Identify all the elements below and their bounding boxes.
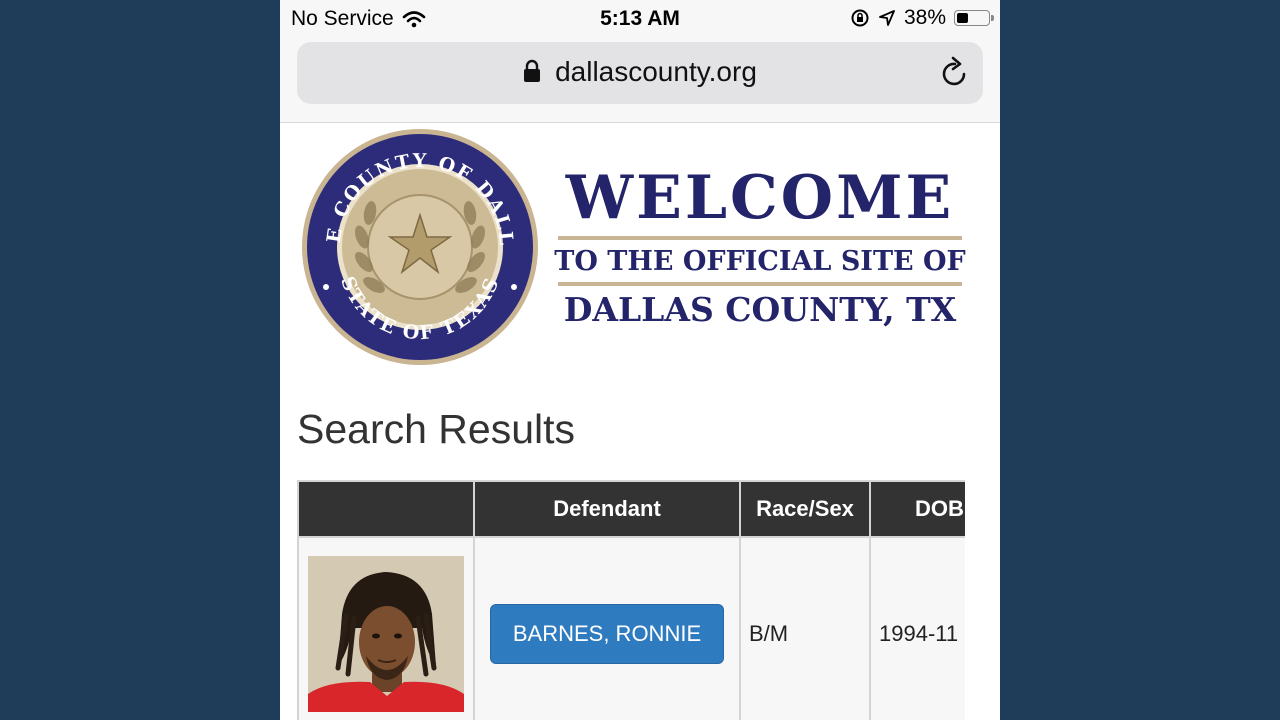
- url-text: dallascounty.org: [555, 56, 757, 87]
- battery-fill: [957, 13, 968, 23]
- phone-screen: No Service 5:13 AM 38% dallascounty.org …: [280, 0, 1000, 720]
- battery-icon: [954, 10, 994, 26]
- address-text-wrap: dallascounty.org: [297, 56, 983, 88]
- reload-icon[interactable]: [941, 56, 969, 88]
- mugshot-image: [308, 556, 464, 712]
- mugshot-photo: [308, 556, 464, 712]
- race-sex-cell: B/M: [739, 536, 871, 720]
- defendant-name-button[interactable]: BARNES, RONNIE: [489, 604, 725, 664]
- column-header-race-sex: Race/Sex: [739, 480, 871, 538]
- welcome-subtitle: TO THE OFFICIAL SITE OF: [554, 246, 966, 277]
- rotation-lock-icon: [851, 9, 869, 27]
- location-arrow-icon: [879, 10, 895, 26]
- defendant-cell: BARNES, RONNIE: [473, 536, 741, 720]
- table-row: BARNES, RONNIE B/M 1994-11: [297, 536, 965, 720]
- address-bar[interactable]: dallascounty.org: [297, 42, 983, 104]
- results-table-wrapper[interactable]: Defendant Race/Sex DOB BARNES, RONNIE B/…: [297, 480, 965, 720]
- column-header-defendant: Defendant: [473, 480, 741, 538]
- results-table: Defendant Race/Sex DOB BARNES, RONNIE B/…: [297, 480, 965, 720]
- status-right: 38%: [850, 6, 994, 30]
- browser-toolbar: dallascounty.org: [280, 36, 1000, 123]
- welcome-heading: WELCOME: [565, 163, 955, 233]
- column-header-dob: DOB: [869, 480, 965, 538]
- photo-cell: [297, 536, 475, 720]
- county-seal-logo: THE COUNTY OF DALLAS STATE OF TEXAS: [300, 127, 538, 365]
- welcome-county: DALLAS COUNTY, TX: [563, 290, 957, 329]
- column-header-dob-label: DOB: [915, 496, 964, 521]
- lock-icon: [524, 59, 541, 82]
- table-header-row: Defendant Race/Sex DOB: [297, 480, 965, 538]
- dob-cell: 1994-11: [869, 536, 965, 720]
- battery-percent: 38%: [903, 6, 946, 29]
- column-header-photo: [297, 480, 475, 538]
- status-bar: No Service 5:13 AM 38%: [280, 0, 1000, 36]
- search-results-title: Search Results: [297, 406, 576, 452]
- welcome-banner: WELCOME TO THE OFFICIAL SITE OF DALLAS C…: [550, 160, 970, 330]
